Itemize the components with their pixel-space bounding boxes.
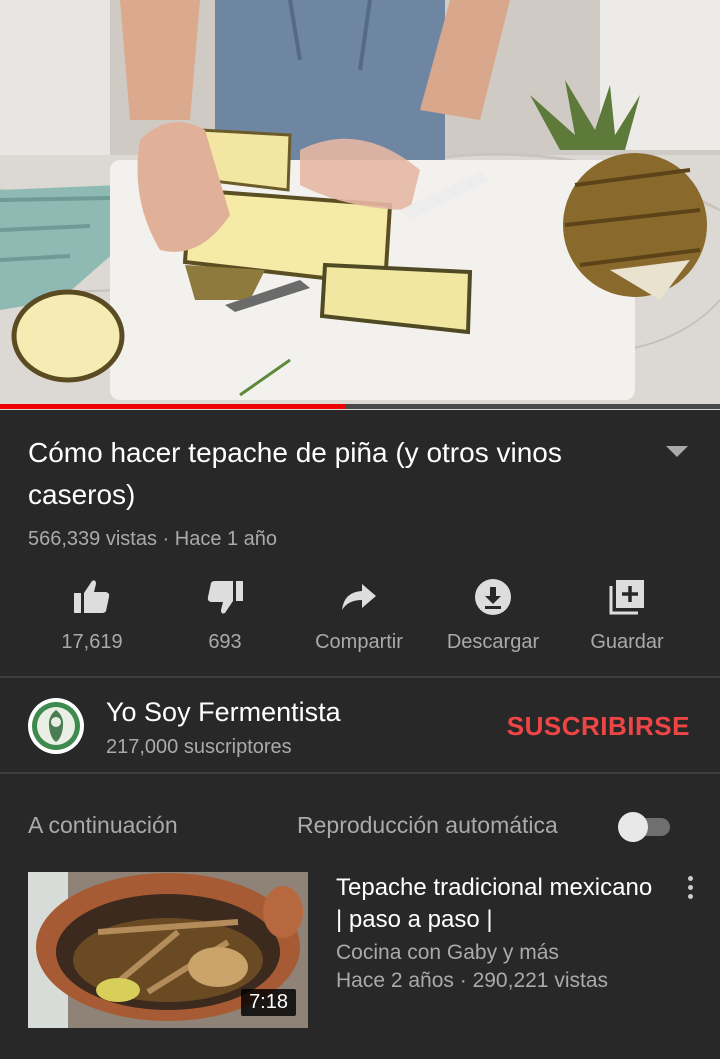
share-label: Compartir bbox=[315, 631, 403, 653]
add-to-playlist-icon bbox=[609, 580, 644, 615]
share-icon bbox=[342, 584, 376, 610]
channel-name[interactable]: Yo Soy Fermentista bbox=[106, 697, 341, 728]
save-button[interactable]: Guardar bbox=[552, 575, 702, 654]
autoplay-toggle[interactable] bbox=[618, 812, 672, 842]
divider bbox=[0, 676, 720, 678]
action-bar: 17,619 693 Compartir Descargar Guardar bbox=[0, 575, 720, 665]
progress-played bbox=[0, 404, 346, 409]
thumbs-up-icon bbox=[74, 580, 110, 613]
save-label: Guardar bbox=[590, 631, 664, 653]
video-stats: 566,339 vistas · Hace 1 año bbox=[28, 528, 278, 550]
video-progress-bar[interactable] bbox=[0, 404, 720, 409]
download-label: Descargar bbox=[446, 631, 540, 653]
like-button[interactable]: 17,619 bbox=[17, 575, 167, 654]
recommended-video-title[interactable]: Tepache tradicional mexicano | paso a pa… bbox=[336, 872, 656, 936]
channel-logo-icon bbox=[29, 699, 83, 753]
more-options-icon[interactable] bbox=[682, 876, 698, 904]
recommended-video-meta: Hace 2 años · 290,221 vistas bbox=[336, 969, 608, 992]
divider bbox=[0, 772, 720, 774]
download-button[interactable]: Descargar bbox=[418, 575, 568, 654]
recommended-video-channel: Cocina con Gaby y más bbox=[336, 941, 559, 964]
dislike-count: 693 bbox=[208, 631, 242, 653]
video-duration-badge: 7:18 bbox=[241, 989, 296, 1016]
channel-avatar[interactable] bbox=[28, 698, 84, 754]
toggle-knob bbox=[618, 812, 648, 842]
dislike-button[interactable]: 693 bbox=[150, 575, 300, 654]
recommended-video-thumbnail[interactable]: 7:18 bbox=[28, 872, 308, 1028]
subscribe-button[interactable]: SUSCRIBIRSE bbox=[507, 711, 690, 742]
subscriber-count: 217,000 suscriptores bbox=[106, 736, 292, 758]
video-player[interactable] bbox=[0, 0, 720, 410]
autoplay-label: Reproducción automática bbox=[297, 812, 558, 838]
like-count: 17,619 bbox=[61, 631, 123, 653]
expand-description-chevron-icon[interactable] bbox=[666, 446, 688, 457]
up-next-label: A continuación bbox=[28, 812, 178, 838]
share-button[interactable]: Compartir bbox=[284, 575, 434, 654]
download-icon bbox=[475, 579, 511, 615]
thumbs-down-icon bbox=[207, 581, 243, 614]
video-title: Cómo hacer tepache de piña (y otros vino… bbox=[28, 437, 562, 510]
video-frame bbox=[0, 0, 720, 410]
